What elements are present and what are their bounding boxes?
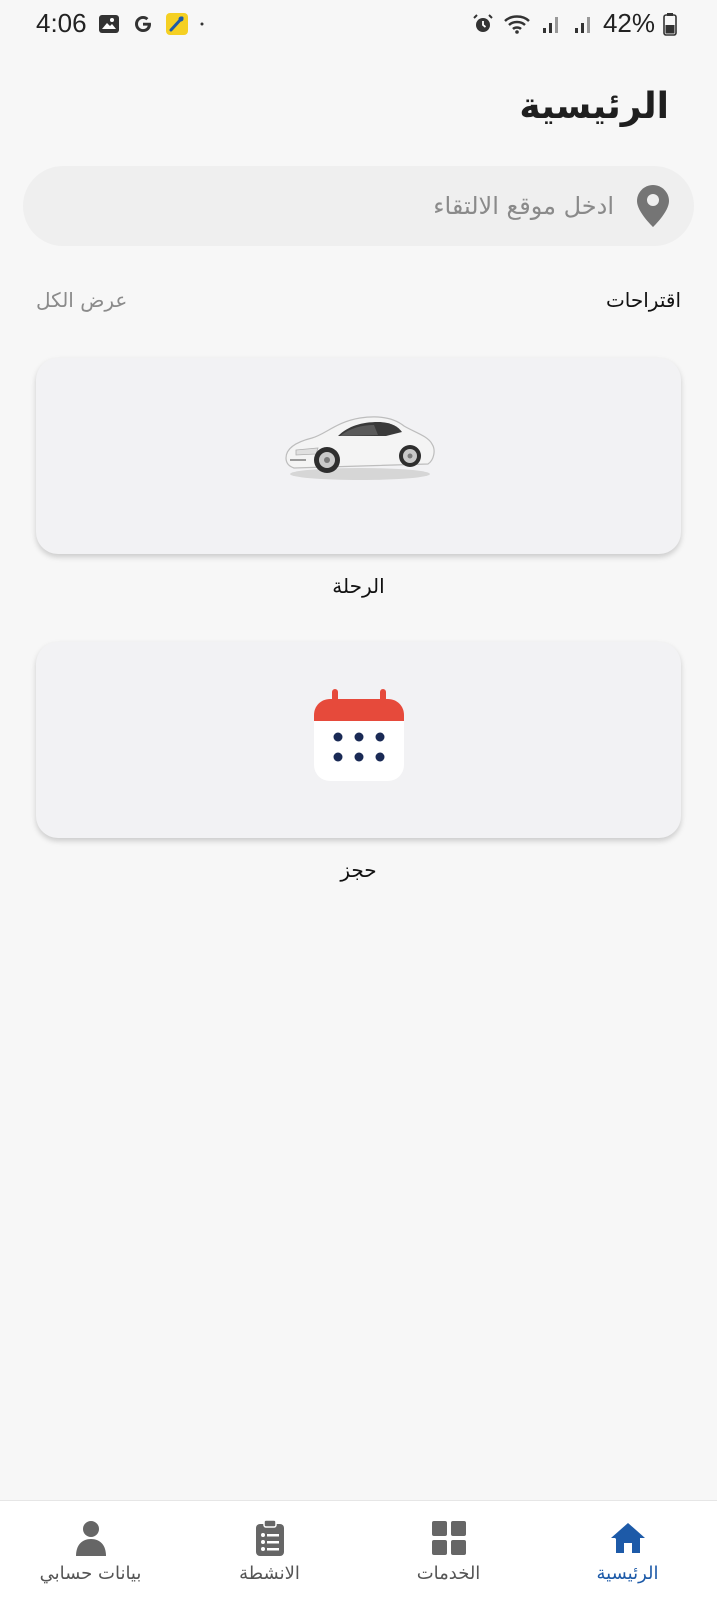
- nav-label-account: بيانات حسابي: [39, 1563, 142, 1584]
- ride-suggestion-label: الرحلة: [332, 574, 385, 598]
- signal-icon: [542, 16, 558, 33]
- user-icon: [75, 1521, 106, 1556]
- app-notification-icon: [165, 12, 188, 35]
- nav-label-services: الخدمات: [416, 1563, 481, 1584]
- nav-item-activities[interactable]: الانشطة: [180, 1501, 359, 1600]
- ride-suggestion-card[interactable]: [36, 358, 681, 554]
- gallery-icon: [98, 14, 119, 33]
- pickup-search-box[interactable]: [23, 166, 694, 246]
- suggestions-header: اقتراحات عرض الكل: [36, 288, 681, 320]
- google-icon: [134, 15, 151, 32]
- status-time: 4:06: [36, 8, 87, 38]
- status-bar-left: 4:06: [36, 8, 211, 39]
- nav-label-home: الرئيسية: [596, 1563, 659, 1584]
- nav-item-services[interactable]: الخدمات: [359, 1501, 538, 1600]
- dot-icon: [200, 22, 204, 25]
- pickup-location-input[interactable]: [74, 180, 614, 232]
- nav-item-account[interactable]: بيانات حسابي: [1, 1501, 180, 1600]
- alarm-icon: [473, 13, 493, 32]
- nav-item-home[interactable]: الرئيسية: [538, 1501, 717, 1600]
- battery-percentage: 42%: [602, 8, 655, 38]
- battery-icon: [663, 12, 677, 36]
- status-bar: 4:06 42%: [0, 0, 717, 50]
- grid-icon: [431, 1521, 466, 1555]
- booking-suggestion-card[interactable]: [36, 642, 681, 838]
- home-icon: [610, 1523, 645, 1553]
- status-bar-right: 42%: [471, 8, 677, 39]
- nav-label-activities: الانشطة: [239, 1563, 300, 1584]
- bottom-navigation: الرئيسية الخدمات الانشطة بيانات حسابي: [0, 1500, 717, 1600]
- page-title: الرئيسية: [519, 86, 669, 127]
- wifi-icon: [504, 14, 530, 34]
- booking-suggestion-label: حجز: [340, 858, 377, 882]
- suggestions-title: اقتراحات: [605, 288, 681, 312]
- signal-icon: [574, 16, 590, 33]
- calendar-icon: [314, 689, 404, 781]
- car-icon: [285, 416, 435, 480]
- clipboard-list-icon: [255, 1519, 284, 1556]
- view-all-link[interactable]: عرض الكل: [36, 288, 127, 312]
- location-pin-icon: [637, 185, 669, 227]
